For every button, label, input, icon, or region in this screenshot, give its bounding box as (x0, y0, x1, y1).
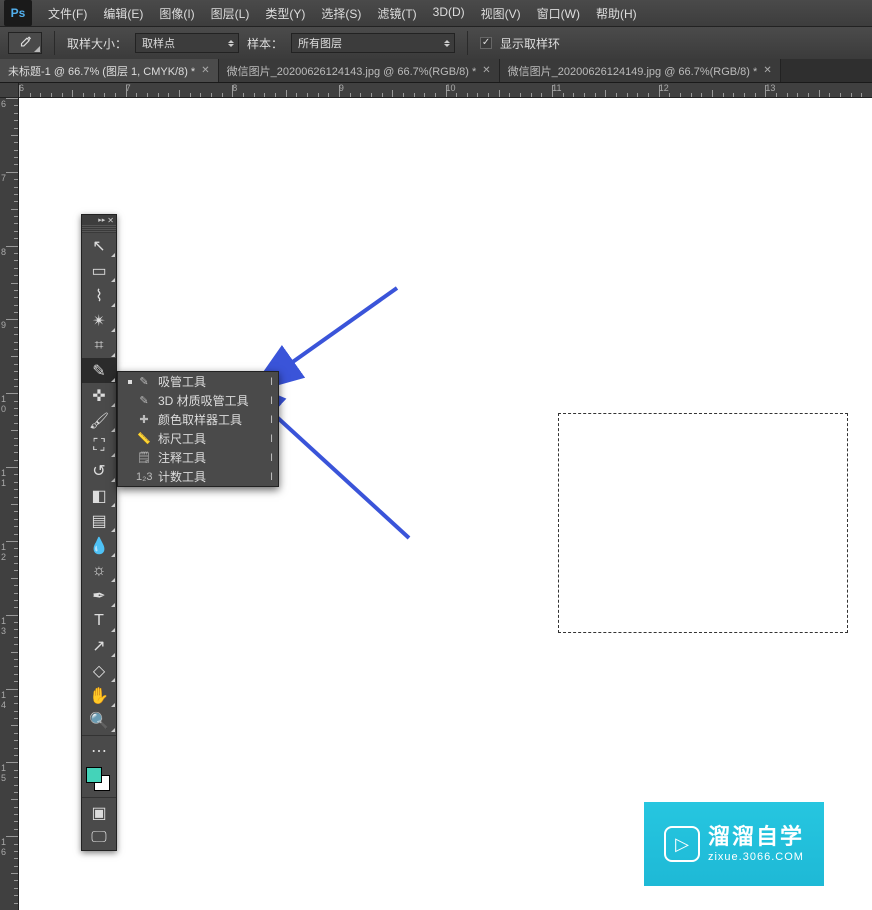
flyout-shortcut: I (264, 471, 278, 483)
document-tab[interactable]: 微信图片_20200626124143.jpg @ 66.7%(RGB/8) *… (219, 59, 500, 82)
menu-item[interactable]: 窗口(W) (529, 3, 588, 24)
eyedropper-tool[interactable]: ✎ (82, 358, 116, 383)
tab-title: 微信图片_20200626124143.jpg @ 66.7%(RGB/8) * (227, 63, 477, 79)
move-tool[interactable]: ↖ (82, 233, 116, 258)
blur-tool[interactable]: 💧 (82, 533, 116, 558)
flyout-label: 注释工具 (158, 449, 264, 466)
quickmask-button[interactable]: ▣ (82, 800, 116, 825)
current-tool-indicator[interactable] (8, 32, 42, 54)
path-select-tool[interactable]: ↗ (82, 633, 116, 658)
tools-panel-header[interactable]: ▸▸ ✕ (82, 215, 116, 225)
eyedropper-icon (18, 36, 32, 50)
dodge-tool[interactable]: ☼ (82, 558, 116, 583)
sample-layer-label: 样本： (247, 35, 283, 52)
tool-icon: ✚ (136, 413, 152, 426)
document-tab-bar: 未标题-1 @ 66.7% (图层 1, CMYK/8) *✕微信图片_2020… (0, 59, 872, 83)
menu-item[interactable]: 编辑(E) (95, 3, 151, 24)
flyout-label: 标尺工具 (158, 430, 264, 447)
menu-item[interactable]: 图层(L) (203, 3, 258, 24)
flyout-item[interactable]: 1₂3 计数工具I (118, 467, 278, 486)
flyout-item[interactable]: 🗒 注释工具I (118, 448, 278, 467)
healing-brush-tool[interactable]: ✜ (82, 383, 116, 408)
show-ring-checkbox[interactable]: ✓ (480, 37, 492, 49)
flyout-shortcut: I (264, 452, 278, 464)
zoom-tool[interactable]: 🔍 (82, 708, 116, 733)
close-icon[interactable]: ✕ (107, 216, 114, 225)
screenmode-button[interactable]: 🖵 (82, 825, 116, 850)
menu-item[interactable]: 帮助(H) (588, 3, 645, 24)
tool-icon: ✎ (136, 375, 152, 388)
eraser-tool[interactable]: ◧ (82, 483, 116, 508)
flyout-label: 计数工具 (158, 468, 264, 485)
flyout-shortcut: I (264, 376, 278, 388)
edit-toolbar-button[interactable]: ⋯ (82, 738, 116, 763)
flyout-item[interactable]: ✚ 颜色取样器工具I (118, 410, 278, 429)
play-icon: ▷ (664, 826, 700, 862)
tab-close-icon[interactable]: ✕ (201, 65, 209, 76)
tools-panel[interactable]: ▸▸ ✕ ↖▭⌇✴⌗✎✜🖌⛶↺◧▤💧☼✒T↗◇✋🔍 ⋯ ▣ 🖵 (81, 214, 117, 851)
watermark-url: zixue.3066.COM (708, 851, 804, 864)
flyout-shortcut: I (264, 414, 278, 426)
sample-size-label: 取样大小： (67, 35, 127, 52)
flyout-item[interactable]: ✎ 3D 材质吸管工具I (118, 391, 278, 410)
flyout-shortcut: I (264, 433, 278, 445)
workspace: 678910111213 678910111213141516 (0, 83, 872, 910)
magic-wand-tool[interactable]: ✴ (82, 308, 116, 333)
menu-item[interactable]: 视图(V) (473, 3, 529, 24)
flyout-shortcut: I (264, 395, 278, 407)
ruler-corner (0, 83, 19, 98)
document-canvas[interactable] (19, 98, 872, 910)
tool-icon: 🗒 (136, 451, 152, 464)
sample-size-dropdown[interactable]: 取样点 (135, 33, 239, 53)
horizontal-ruler[interactable]: 678910111213 (19, 83, 872, 98)
options-bar: 取样大小： 取样点 样本： 所有图层 ✓ 显示取样环 (0, 26, 872, 59)
app-logo: Ps (4, 0, 32, 26)
hand-tool[interactable]: ✋ (82, 683, 116, 708)
flyout-label: 吸管工具 (158, 373, 264, 390)
menu-item[interactable]: 滤镜(T) (369, 3, 424, 24)
foreground-swatch[interactable] (86, 767, 102, 783)
eyedropper-flyout[interactable]: ✎吸管工具I✎3D 材质吸管工具I✚颜色取样器工具I📏标尺工具I🗒注释工具I1₂… (117, 371, 279, 487)
sample-layer-dropdown[interactable]: 所有图层 (291, 33, 455, 53)
crop-tool[interactable]: ⌗ (82, 333, 116, 358)
watermark-title: 溜溜自学 (708, 824, 804, 850)
menu-item[interactable]: 图像(I) (151, 3, 202, 24)
color-swatches[interactable] (82, 765, 116, 795)
marquee-tool[interactable]: ▭ (82, 258, 116, 283)
tab-close-icon[interactable]: ✕ (482, 65, 490, 76)
history-brush-tool[interactable]: ↺ (82, 458, 116, 483)
tools-panel-grip[interactable] (82, 225, 116, 233)
flyout-label: 颜色取样器工具 (158, 411, 264, 428)
type-tool[interactable]: T (82, 608, 116, 633)
selection-marquee (558, 413, 848, 633)
vertical-ruler[interactable]: 678910111213141516 (0, 98, 19, 910)
brush-tool[interactable]: 🖌 (82, 408, 116, 433)
document-tab[interactable]: 未标题-1 @ 66.7% (图层 1, CMYK/8) * ✕ (0, 59, 219, 82)
show-ring-label: 显示取样环 (500, 35, 560, 52)
flyout-item[interactable]: ✎ 吸管工具I (118, 372, 278, 391)
flyout-item[interactable]: 📏 标尺工具I (118, 429, 278, 448)
menu-item[interactable]: 文件(F) (40, 3, 95, 24)
flyout-label: 3D 材质吸管工具 (158, 392, 264, 409)
tab-title: 微信图片_20200626124149.jpg @ 66.7%(RGB/8) * (508, 63, 758, 79)
menu-bar: Ps 文件(F)编辑(E)图像(I)图层(L)类型(Y)选择(S)滤镜(T)3D… (0, 0, 872, 26)
lasso-tool[interactable]: ⌇ (82, 283, 116, 308)
tab-close-icon[interactable]: ✕ (763, 65, 771, 76)
collapse-icon[interactable]: ▸▸ (98, 216, 105, 224)
tab-title: 未标题-1 @ 66.7% (图层 1, CMYK/8) * (8, 63, 195, 79)
menu-item[interactable]: 3D(D) (425, 3, 473, 24)
tool-icon: 📏 (136, 432, 152, 445)
tool-icon: 1₂3 (136, 471, 152, 483)
pen-tool[interactable]: ✒ (82, 583, 116, 608)
menu-item[interactable]: 选择(S) (313, 3, 369, 24)
shape-tool[interactable]: ◇ (82, 658, 116, 683)
menu-item[interactable]: 类型(Y) (257, 3, 313, 24)
stamp-tool[interactable]: ⛶ (82, 433, 116, 458)
gradient-tool[interactable]: ▤ (82, 508, 116, 533)
tool-icon: ✎ (136, 394, 152, 407)
watermark: ▷ 溜溜自学 zixue.3066.COM (644, 802, 824, 886)
document-tab[interactable]: 微信图片_20200626124149.jpg @ 66.7%(RGB/8) *… (500, 59, 781, 82)
